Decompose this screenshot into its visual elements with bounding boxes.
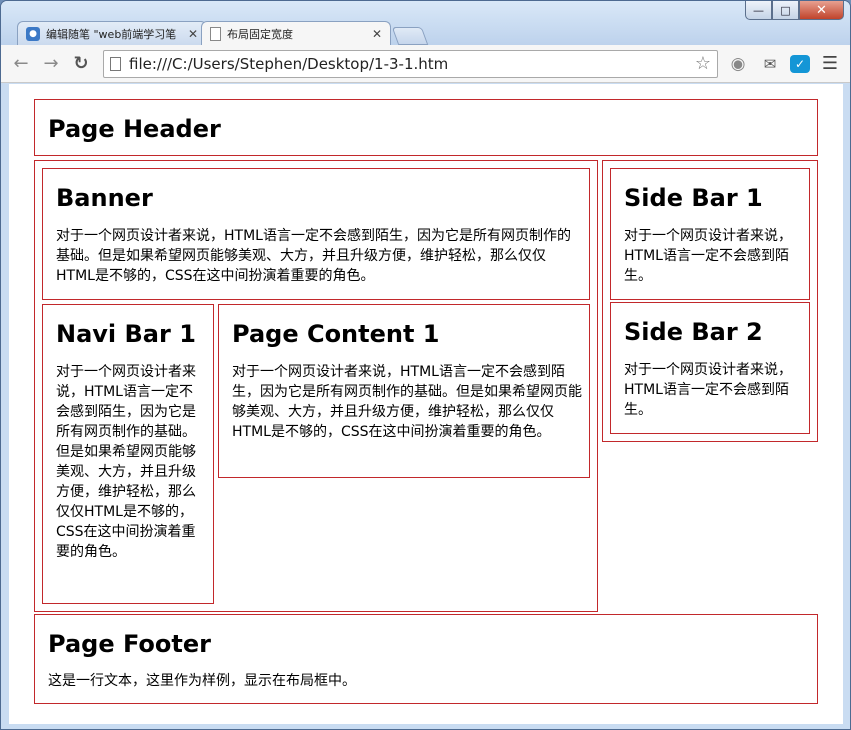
reload-icon[interactable]: ↻ [69, 52, 93, 76]
globe-icon[interactable]: ◉ [726, 52, 750, 76]
tab-close-icon[interactable]: ✕ [372, 27, 382, 41]
title-bar: — □ ✕ ● 编辑随笔 "web前端学习笔 ✕ 布局固定宽度 ✕ [1, 1, 850, 45]
blog-favicon-icon: ● [26, 26, 40, 41]
extension-icon[interactable]: ✓ [790, 54, 810, 73]
banner-box: Banner 对于一个网页设计者来说，HTML语言一定不会感到陌生，因为它是所有… [42, 168, 590, 300]
mail-icon[interactable]: ✉ [758, 52, 782, 76]
side-bar-2-title: Side Bar 2 [624, 318, 763, 346]
page-header: Page Header [34, 99, 818, 156]
browser-window: — □ ✕ ● 编辑随笔 "web前端学习笔 ✕ 布局固定宽度 ✕ ← → ↻ … [0, 0, 851, 730]
tab-blog[interactable]: ● 编辑随笔 "web前端学习笔 ✕ [17, 21, 207, 45]
side-bar-1-box: Side Bar 1 对于一个网页设计者来说，HTML语言一定不会感到陌生。 [610, 168, 810, 300]
tab-close-icon[interactable]: ✕ [188, 27, 198, 41]
side-bar-1-text: 对于一个网页设计者来说，HTML语言一定不会感到陌生。 [624, 228, 792, 284]
page-icon [110, 56, 121, 71]
navi-bar-text: 对于一个网页设计者来说，HTML语言一定不会感到陌生，因为它是所有网页制作的基础… [56, 364, 196, 560]
menu-icon[interactable]: ☰ [818, 52, 842, 76]
page-viewport: Page Header Banner 对于一个网页设计者来说，HTML语言一定不… [9, 84, 843, 724]
bookmark-star-icon[interactable]: ☆ [695, 53, 711, 74]
page-footer-title: Page Footer [48, 630, 211, 658]
banner-title: Banner [56, 184, 153, 212]
page-footer-text: 这是一行文本，这里作为样例，显示在布局框中。 [48, 673, 356, 689]
side-bar-1-title: Side Bar 1 [624, 184, 763, 212]
address-bar[interactable]: file:///C:/Users/Stephen/Desktop/1-3-1.h… [103, 49, 718, 78]
navi-bar-title: Navi Bar 1 [56, 320, 196, 348]
browser-toolbar: ← → ↻ file:///C:/Users/Stephen/Desktop/1… [1, 45, 850, 83]
page-header-title: Page Header [48, 115, 221, 143]
tab-strip: ● 编辑随笔 "web前端学习笔 ✕ 布局固定宽度 ✕ [17, 21, 429, 45]
window-controls: — □ ✕ [745, 1, 844, 21]
page-content-text: 对于一个网页设计者来说，HTML语言一定不会感到陌生，因为它是所有网页制作的基础… [232, 364, 582, 440]
close-icon[interactable]: ✕ [799, 1, 844, 20]
page-footer: Page Footer 这是一行文本，这里作为样例，显示在布局框中。 [34, 614, 818, 704]
tab-layout[interactable]: 布局固定宽度 ✕ [201, 21, 391, 45]
tab-title: 布局固定宽度 [227, 27, 293, 41]
minimize-icon[interactable]: — [745, 1, 772, 20]
new-tab-button[interactable] [391, 27, 429, 45]
back-arrow-icon[interactable]: ← [9, 52, 33, 76]
page-content-box: Page Content 1 对于一个网页设计者来说，HTML语言一定不会感到陌… [218, 304, 590, 478]
maximize-icon[interactable]: □ [772, 1, 799, 20]
tab-title: 编辑随笔 "web前端学习笔 [46, 27, 177, 41]
side-bar-2-box: Side Bar 2 对于一个网页设计者来说，HTML语言一定不会感到陌生。 [610, 302, 810, 434]
url-text[interactable]: file:///C:/Users/Stephen/Desktop/1-3-1.h… [129, 55, 695, 73]
side-bar-2-text: 对于一个网页设计者来说，HTML语言一定不会感到陌生。 [624, 362, 792, 418]
banner-text: 对于一个网页设计者来说，HTML语言一定不会感到陌生，因为它是所有网页制作的基础… [56, 228, 571, 284]
page-favicon-icon [210, 26, 221, 41]
navi-bar-box: Navi Bar 1 对于一个网页设计者来说，HTML语言一定不会感到陌生，因为… [42, 304, 214, 604]
page-content-title: Page Content 1 [232, 320, 440, 348]
forward-arrow-icon[interactable]: → [39, 52, 63, 76]
